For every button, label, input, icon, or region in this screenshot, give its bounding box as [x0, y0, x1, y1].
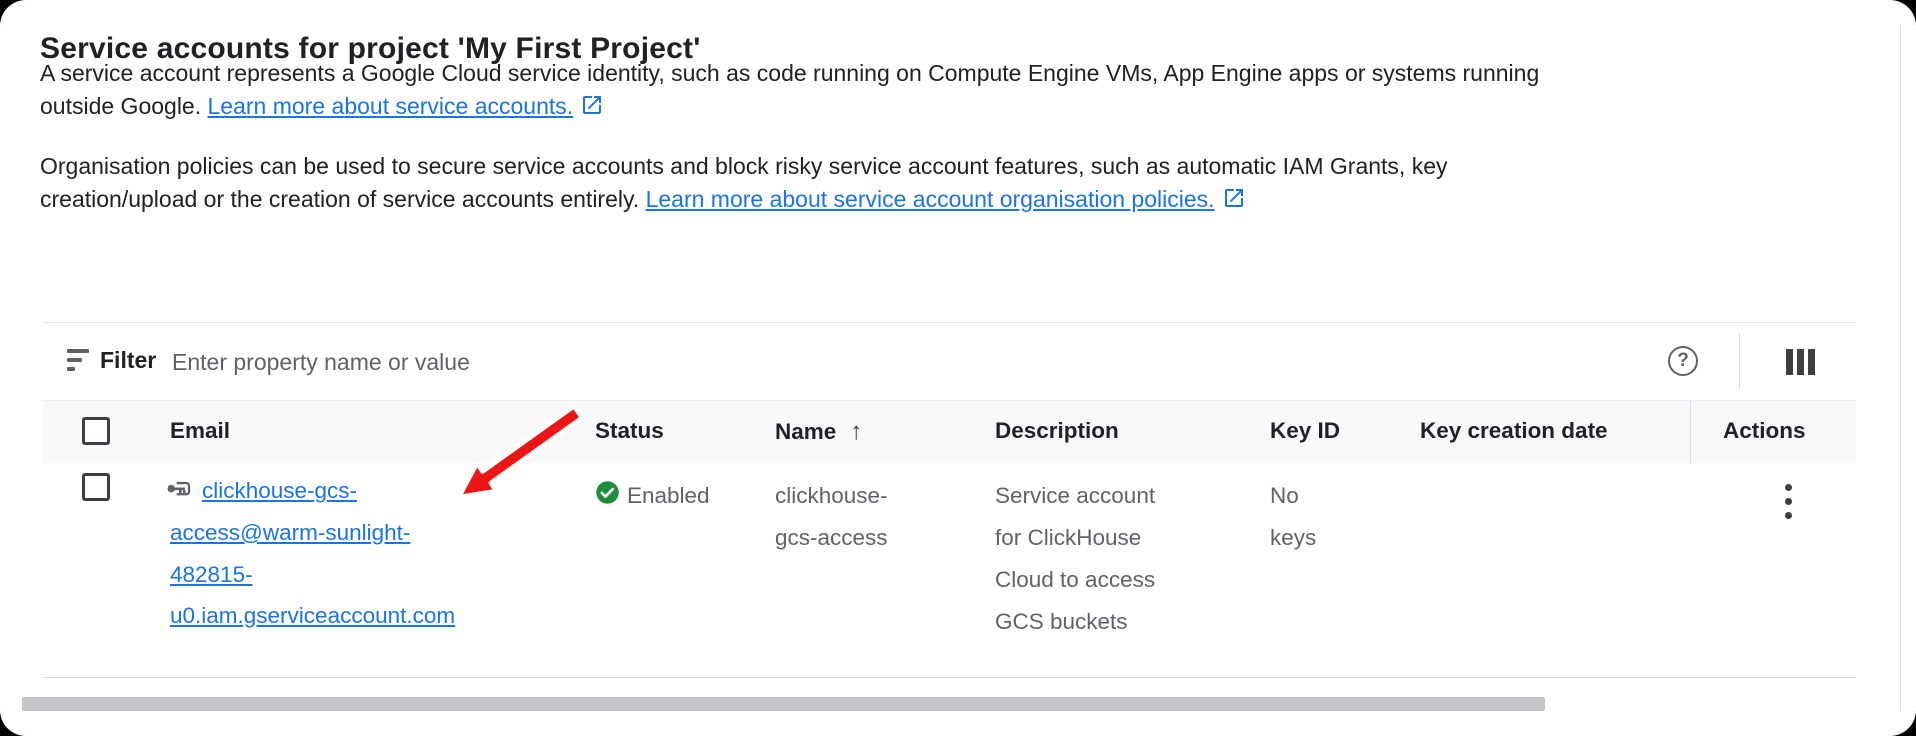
table-header-row: Email Status Name ↑ Description Key ID Ke…	[42, 400, 1856, 464]
email-line[interactable]: access@warm-sunlight-	[170, 519, 410, 547]
filter-label: Filter	[100, 347, 156, 374]
intro-line-1: A service account represents a Google Cl…	[40, 57, 1539, 90]
key-id-value-line: keys	[1270, 524, 1316, 552]
key-id-value-line: No	[1270, 482, 1299, 510]
select-all-checkbox[interactable]	[82, 417, 110, 445]
service-account-key-icon	[165, 477, 193, 510]
description-value-line: for ClickHouse	[995, 524, 1141, 552]
row-checkbox[interactable]	[82, 473, 110, 501]
org-policy-paragraph: Organisation policies can be used to sec…	[40, 150, 1448, 219]
service-accounts-page: Service accounts for project 'My First P…	[0, 0, 1916, 736]
intro-line-2-text: outside Google.	[40, 93, 208, 119]
org-policy-line-2: creation/upload or the creation of servi…	[40, 183, 1448, 219]
org-policy-line-1: Organisation policies can be used to sec…	[40, 150, 1448, 183]
name-value-line: clickhouse-	[775, 482, 888, 510]
column-header-key-id[interactable]: Key ID	[1270, 418, 1340, 444]
column-header-name-label: Name	[775, 419, 836, 444]
column-header-key-creation-date[interactable]: Key creation date	[1420, 418, 1608, 444]
column-header-description[interactable]: Description	[995, 418, 1119, 444]
row-actions-kebab-menu-icon[interactable]	[1768, 484, 1808, 519]
filter-icon	[67, 349, 89, 375]
filter-toolbar: Filter ?	[42, 322, 1856, 401]
external-link-icon[interactable]	[1222, 186, 1246, 219]
email-line[interactable]: clickhouse-gcs-	[202, 477, 357, 505]
learn-more-org-policies-link[interactable]: Learn more about service account organis…	[646, 186, 1215, 212]
description-value-line: Service account	[995, 482, 1155, 510]
column-header-actions: Actions	[1723, 418, 1806, 444]
status-value: Enabled	[627, 482, 710, 510]
horizontal-scrollbar-thumb[interactable]	[22, 697, 1545, 711]
description-value-line: GCS buckets	[995, 608, 1128, 636]
email-line[interactable]: u0.iam.gserviceaccount.com	[170, 602, 455, 630]
org-policy-line-2-text: creation/upload or the creation of servi…	[40, 186, 646, 212]
help-glyph: ?	[1677, 350, 1689, 372]
intro-paragraph: A service account represents a Google Cl…	[40, 57, 1539, 126]
help-icon[interactable]: ?	[1668, 346, 1698, 376]
filter-input[interactable]	[170, 341, 994, 383]
learn-more-service-accounts-link[interactable]: Learn more about service accounts.	[208, 93, 574, 119]
column-header-name[interactable]: Name ↑	[775, 418, 862, 446]
vertical-scrollbar-track-line	[1900, 26, 1901, 710]
external-link-icon[interactable]	[580, 93, 604, 126]
status-enabled-icon	[594, 479, 621, 511]
column-display-options-icon[interactable]	[1786, 349, 1819, 375]
name-value-line: gcs-access	[775, 524, 888, 552]
column-header-status[interactable]: Status	[595, 418, 664, 444]
intro-line-2: outside Google. Learn more about service…	[40, 90, 1539, 126]
toolbar-divider	[1739, 333, 1740, 389]
table-row: clickhouse-gcs- access@warm-sunlight- 48…	[42, 463, 1856, 678]
column-header-email[interactable]: Email	[170, 418, 230, 444]
description-value-line: Cloud to access	[995, 566, 1155, 594]
email-line[interactable]: 482815-	[170, 561, 253, 589]
sort-ascending-icon[interactable]: ↑	[850, 418, 862, 445]
